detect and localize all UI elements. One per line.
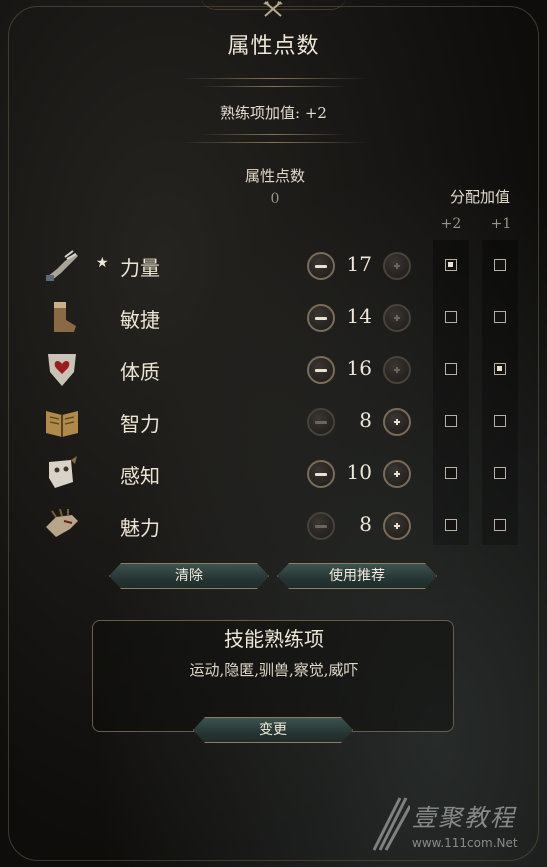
bonus-plus1-checkbox[interactable] xyxy=(494,259,506,271)
divider-top xyxy=(180,78,367,79)
clear-button[interactable]: 清除 xyxy=(109,563,269,589)
plus-icon xyxy=(391,520,403,532)
plus-icon xyxy=(391,260,403,272)
watermark-url: www.111com.Net xyxy=(412,836,518,850)
use-recommended-button[interactable]: 使用推荐 xyxy=(277,563,437,589)
ability-row-strength: ★ 力量 17 xyxy=(0,240,547,292)
ability-row-constitution: 体质 16 xyxy=(0,344,547,396)
ability-name: 体质 xyxy=(120,360,160,384)
ability-score: 8 xyxy=(359,408,372,432)
divider-bottom xyxy=(200,134,347,135)
bonus-plus1-checkbox[interactable] xyxy=(494,363,506,375)
minus-icon xyxy=(315,260,327,272)
minus-icon xyxy=(315,312,327,324)
book-icon xyxy=(42,401,82,441)
watermark-logo-icon xyxy=(372,797,410,851)
ability-name: 力量 xyxy=(120,256,160,280)
bonus-plus2-checkbox[interactable] xyxy=(445,415,457,427)
minus-icon xyxy=(315,416,327,428)
page-title: 属性点数 xyxy=(227,34,320,59)
ability-score: 10 xyxy=(346,460,372,484)
ability-row-charisma: 魅力 8 xyxy=(0,500,547,552)
bonus-plus1-checkbox[interactable] xyxy=(494,467,506,479)
divider-top-2 xyxy=(200,86,347,87)
points-remaining: 0 xyxy=(270,191,280,207)
ability-score: 17 xyxy=(346,252,372,276)
plus-icon xyxy=(391,312,403,324)
bonus-plus2-checkbox[interactable] xyxy=(445,311,457,323)
decrease-button[interactable] xyxy=(307,304,335,332)
ability-row-dexterity: 敏捷 14 xyxy=(0,292,547,344)
ability-name: 感知 xyxy=(120,464,160,488)
bonus-plus2-checkbox[interactable] xyxy=(445,363,457,375)
skills-list: 运动,隐匿,驯兽,察觉,威吓 xyxy=(189,661,359,679)
ability-row-wisdom: 感知 10 xyxy=(0,448,547,500)
decrease-button[interactable] xyxy=(307,356,335,384)
proficiency-bonus: 熟练项加值: +2 xyxy=(220,104,327,122)
change-skills-button[interactable]: 变更 xyxy=(193,717,353,743)
increase-button[interactable] xyxy=(383,252,411,280)
ability-score: 8 xyxy=(359,512,372,536)
bonus-plus2-checkbox[interactable] xyxy=(445,467,457,479)
allocation-title: 分配加值 xyxy=(449,188,510,206)
ability-row-intelligence: 智力 8 xyxy=(0,396,547,448)
bonus-plus2-checkbox[interactable] xyxy=(445,519,457,531)
primary-ability-star-icon: ★ xyxy=(96,255,109,271)
minus-icon xyxy=(315,520,327,532)
ability-score: 16 xyxy=(346,356,372,380)
skills-title: 技能熟练项 xyxy=(224,627,324,651)
minus-icon xyxy=(315,468,327,480)
watermark-brand: 壹聚教程 xyxy=(412,804,516,832)
boot-icon xyxy=(42,297,82,337)
watermark: 壹聚教程 www.111com.Net xyxy=(370,790,540,860)
decrease-button[interactable] xyxy=(307,460,335,488)
ability-points-panel: 属性点数 熟练项加值: +2 属性点数 0 分配加值 +2 +1 ★ 力量 17… xyxy=(0,0,547,867)
plus-icon xyxy=(391,416,403,428)
points-label: 属性点数 xyxy=(244,167,305,185)
bonus-plus1-checkbox[interactable] xyxy=(494,415,506,427)
decrease-button[interactable] xyxy=(307,408,335,436)
increase-button[interactable] xyxy=(383,460,411,488)
increase-button[interactable] xyxy=(383,304,411,332)
bonus-plus2-checkbox[interactable] xyxy=(445,259,457,271)
increase-button[interactable] xyxy=(383,408,411,436)
ability-name: 魅力 xyxy=(120,516,160,540)
bonus-plus1-checkbox[interactable] xyxy=(494,311,506,323)
gauntlet-icon xyxy=(42,245,82,285)
alloc-col-plus2-header: +2 xyxy=(440,216,462,232)
divider-bottom-2 xyxy=(180,142,367,143)
mask-icon xyxy=(42,453,82,493)
crossed-axes-icon xyxy=(263,1,283,17)
shield-heart-icon xyxy=(42,349,82,389)
plus-icon xyxy=(391,468,403,480)
skill-proficiencies-box: 技能熟练项 运动,隐匿,驯兽,察觉,威吓 xyxy=(92,620,454,732)
alloc-col-plus1-header: +1 xyxy=(490,216,512,232)
hand-icon xyxy=(42,505,82,545)
plus-icon xyxy=(391,364,403,376)
ability-name: 智力 xyxy=(120,412,160,436)
ability-name: 敏捷 xyxy=(120,308,160,332)
ability-score: 14 xyxy=(346,304,372,328)
increase-button[interactable] xyxy=(383,512,411,540)
decrease-button[interactable] xyxy=(307,252,335,280)
decrease-button[interactable] xyxy=(307,512,335,540)
minus-icon xyxy=(315,364,327,376)
increase-button[interactable] xyxy=(383,356,411,384)
bonus-plus1-checkbox[interactable] xyxy=(494,519,506,531)
